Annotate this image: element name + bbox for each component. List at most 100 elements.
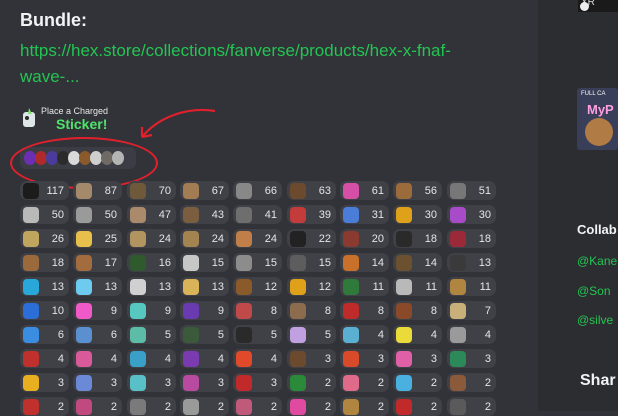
reaction-pill[interactable]: 13 xyxy=(20,277,69,296)
reaction-pill[interactable]: 87 xyxy=(73,181,122,200)
reaction-pill[interactable]: 31 xyxy=(340,205,389,224)
reaction-pill[interactable]: 3 xyxy=(20,373,69,392)
reaction-pill[interactable]: 39 xyxy=(287,205,336,224)
sidebar-thumbnail[interactable]: FULL CA MyP xyxy=(577,88,618,150)
reaction-pill[interactable]: 11 xyxy=(393,277,442,296)
reaction-pill[interactable]: 15 xyxy=(180,253,229,272)
reaction-pill[interactable]: 18 xyxy=(393,229,442,248)
reaction-pill[interactable]: 47 xyxy=(127,205,176,224)
reaction-pill[interactable]: 22 xyxy=(287,229,336,248)
reaction-pill[interactable]: 70 xyxy=(127,181,176,200)
reaction-pill[interactable]: 4 xyxy=(180,349,229,368)
reaction-pill[interactable]: 8 xyxy=(233,301,282,320)
reaction-pill[interactable]: 2 xyxy=(180,397,229,416)
reaction-pill[interactable]: 9 xyxy=(127,301,176,320)
reaction-pill[interactable]: 11 xyxy=(447,277,496,296)
reaction-pill[interactable]: 67 xyxy=(180,181,229,200)
reaction-pill[interactable]: 24 xyxy=(180,229,229,248)
reaction-pill[interactable]: 5 xyxy=(233,325,282,344)
reaction-pill[interactable]: 51 xyxy=(447,181,496,200)
reaction-pill[interactable]: 13 xyxy=(127,277,176,296)
reaction-pill[interactable]: 2 xyxy=(393,397,442,416)
reaction-pill[interactable]: 6 xyxy=(20,325,69,344)
reaction-pill[interactable]: 5 xyxy=(180,325,229,344)
reaction-pill[interactable]: 14 xyxy=(393,253,442,272)
reaction-pill[interactable]: 4 xyxy=(20,349,69,368)
reaction-pill[interactable]: 3 xyxy=(127,373,176,392)
reaction-pill[interactable]: 24 xyxy=(233,229,282,248)
reaction-count: 13 xyxy=(478,256,491,269)
reaction-pill[interactable]: 50 xyxy=(73,205,122,224)
reaction-pill[interactable]: 9 xyxy=(73,301,122,320)
reaction-pill[interactable]: 13 xyxy=(180,277,229,296)
reaction-pill[interactable]: 17 xyxy=(73,253,122,272)
reaction-pill[interactable]: 30 xyxy=(393,205,442,224)
reaction-pill[interactable]: 7 xyxy=(447,301,496,320)
reaction-pill[interactable]: 2 xyxy=(20,397,69,416)
sticker-emoji-icon xyxy=(76,350,92,367)
reaction-pill[interactable]: 18 xyxy=(20,253,69,272)
reaction-pill[interactable]: 2 xyxy=(447,373,496,392)
reaction-pill[interactable]: 13 xyxy=(73,277,122,296)
reaction-pill[interactable]: 2 xyxy=(287,373,336,392)
reaction-pill[interactable]: 3 xyxy=(340,349,389,368)
reaction-pill[interactable]: 2 xyxy=(447,397,496,416)
reaction-pill[interactable]: 56 xyxy=(393,181,442,200)
reaction-pill[interactable]: 4 xyxy=(447,325,496,344)
reaction-pill[interactable]: 117 xyxy=(20,181,69,200)
reaction-pill[interactable]: 16 xyxy=(127,253,176,272)
reaction-pill[interactable]: 12 xyxy=(287,277,336,296)
reaction-pill[interactable]: 14 xyxy=(340,253,389,272)
reaction-pill[interactable]: 66 xyxy=(233,181,282,200)
reaction-pill[interactable]: 43 xyxy=(180,205,229,224)
reaction-pill[interactable]: 4 xyxy=(393,325,442,344)
reaction-pill[interactable]: 9 xyxy=(180,301,229,320)
reaction-pill[interactable]: 11 xyxy=(340,277,389,296)
reaction-pill[interactable]: 15 xyxy=(233,253,282,272)
reaction-pill[interactable]: 3 xyxy=(393,349,442,368)
reaction-pill[interactable]: 4 xyxy=(73,349,122,368)
reaction-pill[interactable]: 3 xyxy=(73,373,122,392)
reaction-pill[interactable]: 2 xyxy=(287,397,336,416)
reaction-pill[interactable]: 4 xyxy=(233,349,282,368)
reaction-pill[interactable]: 63 xyxy=(287,181,336,200)
reaction-pill[interactable]: 8 xyxy=(393,301,442,320)
sidebar-link-3[interactable]: @silve xyxy=(577,313,613,327)
sidebar-link-1[interactable]: @Kane xyxy=(577,254,617,268)
bundle-link-line2[interactable]: wave-... xyxy=(20,64,525,90)
reaction-pill[interactable]: 6 xyxy=(73,325,122,344)
reaction-pill[interactable]: 3 xyxy=(180,373,229,392)
reaction-pill[interactable]: 2 xyxy=(233,397,282,416)
reaction-pill[interactable]: 20 xyxy=(340,229,389,248)
reaction-pill[interactable]: 18 xyxy=(447,229,496,248)
reaction-pill[interactable]: 4 xyxy=(340,325,389,344)
reaction-pill[interactable]: 3 xyxy=(233,373,282,392)
sidebar-link-2[interactable]: @Son xyxy=(577,284,611,298)
reaction-pill[interactable]: 25 xyxy=(73,229,122,248)
reaction-pill[interactable]: 12 xyxy=(233,277,282,296)
reaction-pill[interactable]: 26 xyxy=(20,229,69,248)
reaction-pill[interactable]: 13 xyxy=(447,253,496,272)
reaction-pill[interactable]: 24 xyxy=(127,229,176,248)
reaction-pill[interactable]: 5 xyxy=(287,325,336,344)
reaction-pill[interactable]: 10 xyxy=(20,301,69,320)
reaction-pill[interactable]: 8 xyxy=(287,301,336,320)
reaction-pill[interactable]: 15 xyxy=(287,253,336,272)
reaction-pill[interactable]: 2 xyxy=(127,397,176,416)
reaction-pill[interactable]: 2 xyxy=(340,397,389,416)
reaction-pill[interactable]: 61 xyxy=(340,181,389,200)
reaction-pill[interactable]: 2 xyxy=(393,373,442,392)
bundle-link-line1[interactable]: https://hex.store/collections/fanverse/p… xyxy=(20,38,525,64)
bundle-link[interactable]: https://hex.store/collections/fanverse/p… xyxy=(20,38,525,90)
reaction-pill[interactable]: 4 xyxy=(127,349,176,368)
reaction-pill[interactable]: 50 xyxy=(20,205,69,224)
reaction-pill[interactable]: 3 xyxy=(287,349,336,368)
reaction-pill[interactable]: 2 xyxy=(340,373,389,392)
reaction-count: 31 xyxy=(371,208,384,221)
reaction-pill[interactable]: 2 xyxy=(73,397,122,416)
reaction-pill[interactable]: 5 xyxy=(127,325,176,344)
reaction-pill[interactable]: 41 xyxy=(233,205,282,224)
reaction-pill[interactable]: 8 xyxy=(340,301,389,320)
reaction-pill[interactable]: 30 xyxy=(447,205,496,224)
reaction-pill[interactable]: 3 xyxy=(447,349,496,368)
